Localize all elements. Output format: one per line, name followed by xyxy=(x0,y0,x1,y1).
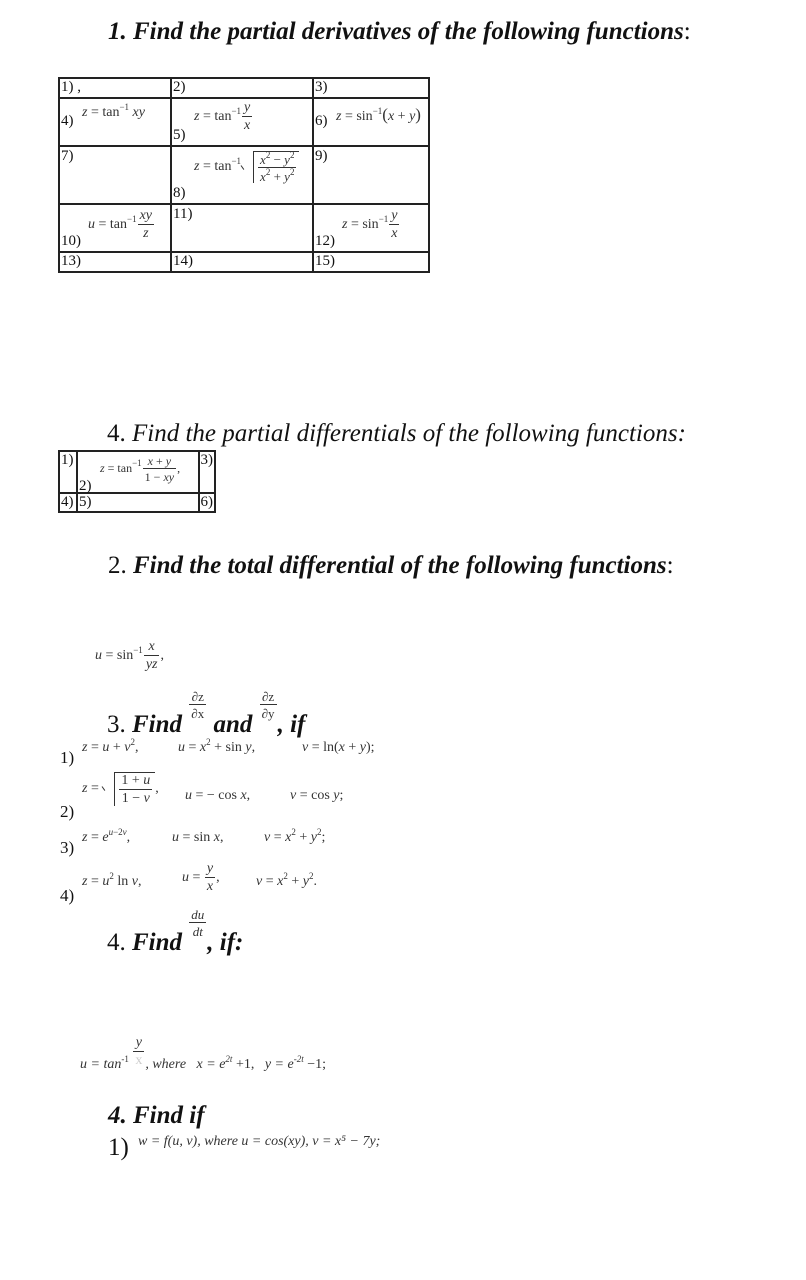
formula: z = tan−1 x + y1 − xy, xyxy=(99,454,181,484)
formula: u = − cos x, xyxy=(185,788,251,803)
table-cell: 5) xyxy=(75,492,200,513)
section3-heading: 3. Find ∂z ∂x and ∂z ∂y, if xyxy=(107,689,306,738)
du-dt-formula: u = tan-1 yx, where x = e2t +1, y = e-2t… xyxy=(80,1035,327,1073)
table-cell: 4) xyxy=(58,492,78,513)
formula: v = x2 + y2; xyxy=(264,827,326,846)
table-cell: z = sin−1 y x 12) xyxy=(312,203,430,253)
partial-differentials-table: 1) z = tan−1 x + y1 − xy, 2) 3) 4) 5) 6) xyxy=(58,450,216,513)
section4a-heading: 4. Find the partial differentials of the… xyxy=(107,420,686,447)
table-cell: 1) xyxy=(58,450,78,494)
table-cell: 9) xyxy=(312,145,430,205)
formula: v = cos y; xyxy=(290,788,344,803)
formula: z = tan−1 y x xyxy=(194,100,253,133)
section4b-heading: 4. Find du dt, if: xyxy=(107,907,244,956)
formula: u = x2 + sin y, xyxy=(178,737,256,756)
formula: z = tan−1 xy xyxy=(82,102,145,121)
du-dt-fraction: du dt xyxy=(189,907,207,939)
table-cell: 14) xyxy=(170,251,314,273)
table-cell: z = tan−1 x2 − y2 x2 + y2 8) xyxy=(170,145,314,205)
partial-derivatives-table: 1) , 2) 3) 4) z = tan−1 xy z = tan−1 y x 5… xyxy=(58,77,430,273)
section4a-title: Find the partial differentials of the fo… xyxy=(132,420,686,447)
table-cell: z = tan−1 x + y1 − xy, 2) xyxy=(75,450,200,494)
section2-heading: 2. Find the total differential of the fo… xyxy=(108,552,674,579)
section1-heading: 1. Find the partial derivatives of the f… xyxy=(108,18,691,45)
formula: z = sin−1(x + y) xyxy=(336,105,421,124)
table-cell: 2) xyxy=(170,77,314,99)
formula: z = tan−1 x2 − y2 x2 + y2 xyxy=(194,151,300,183)
formula: u = tan−1 xy z xyxy=(88,208,155,241)
formula: z = 1 + u1 − v, xyxy=(82,772,159,806)
table-cell: 1) , xyxy=(58,77,172,99)
table-cell: 3) xyxy=(312,77,430,99)
section1-title: Find the partial derivatives of the foll… xyxy=(133,18,684,45)
table-cell: 13) xyxy=(58,251,172,273)
table-cell: u = tan−1 xy z 10) xyxy=(58,203,172,253)
total-differential-formula: u = sin−1 x yz, xyxy=(95,639,164,672)
table-cell: 11) xyxy=(170,203,314,253)
table-cell: 4) z = tan−1 xy xyxy=(58,97,172,147)
table-cell: 6) xyxy=(197,492,216,513)
table-cell: z = tan−1 y x 5) xyxy=(170,97,314,147)
formula: z = u + v2, xyxy=(82,737,139,756)
table-cell: 6) z = sin−1(x + y) xyxy=(312,97,430,147)
table-cell: 7) xyxy=(58,145,172,205)
formula: z = eu−2v, xyxy=(82,827,131,846)
formula: z = sin−1 y x xyxy=(342,208,400,241)
dz-dy-fraction: ∂z ∂y xyxy=(259,689,277,721)
formula: z = u2 ln v, xyxy=(82,871,142,890)
section1-number: 1. xyxy=(108,18,127,45)
formula: v = ln(x + y); xyxy=(302,740,375,755)
table-cell: 3) xyxy=(197,450,216,494)
formula: w = f(u, v), where u = cos(xy), v = x⁵ −… xyxy=(138,1134,381,1149)
table-cell: 15) xyxy=(312,251,430,273)
formula: u = yx, xyxy=(182,861,220,894)
formula: v = x2 + y2. xyxy=(256,871,317,890)
section2-title: Find the total differential of the follo… xyxy=(133,552,667,579)
dz-dx-fraction: ∂z ∂x xyxy=(189,689,207,721)
formula: u = sin x, xyxy=(172,830,224,845)
section4c-heading: 4. Find if xyxy=(108,1102,205,1129)
